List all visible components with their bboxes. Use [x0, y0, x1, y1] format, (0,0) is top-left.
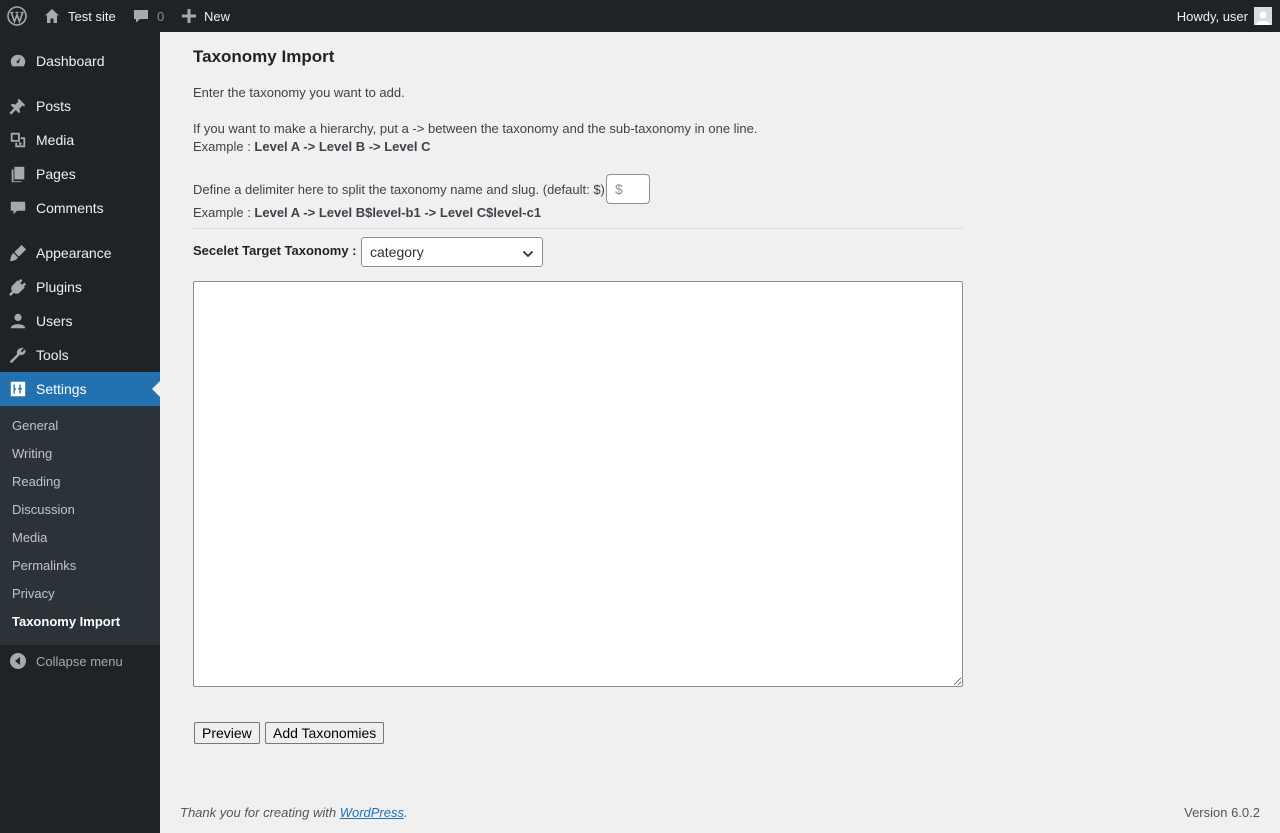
settings-icon: [0, 380, 36, 398]
greeting-text: Howdy, user: [1176, 8, 1248, 24]
comments-count: 0: [157, 8, 165, 24]
new-label: New: [204, 8, 231, 24]
my-account-link[interactable]: Howdy, user: [1177, 0, 1272, 32]
sidebar-item-label: Users: [36, 313, 73, 329]
intro-text: Enter the taxonomy you want to add.: [193, 85, 405, 100]
sidebar-item-label: Plugins: [36, 279, 82, 295]
sidebar-item-users[interactable]: Users: [0, 304, 160, 338]
preview-button[interactable]: Preview: [194, 722, 260, 744]
footer-thanks: Thank you for creating with WordPress.: [180, 805, 408, 820]
comments-icon: [0, 199, 36, 217]
wordpress-link[interactable]: WordPress: [340, 805, 404, 820]
target-taxonomy-label: Secelet Target Taxonomy :: [193, 243, 357, 258]
divider: [193, 228, 963, 229]
example-delimiter-value: Level A -> Level B$level-b1 -> Level C$l…: [254, 205, 542, 220]
footer-thanks-suffix: .: [404, 805, 408, 820]
brush-icon: [0, 244, 36, 262]
sidebar-item-media[interactable]: Media: [0, 123, 160, 157]
sidebar-item-label: Posts: [36, 98, 72, 114]
comments-link[interactable]: 0: [133, 0, 164, 32]
sidebar-item-label: Media: [36, 132, 75, 148]
collapse-menu-label: Collapse menu: [36, 653, 123, 669]
admin-bar: Test site 0 New Howdy, user: [0, 0, 1280, 32]
version-text: Version 6.0.2: [1184, 805, 1260, 820]
avatar: [1254, 7, 1272, 25]
sidebar-item-tools[interactable]: Tools: [0, 338, 160, 372]
delimiter-input[interactable]: [606, 174, 650, 204]
taxonomy-textarea[interactable]: [193, 281, 963, 687]
chevron-down-icon: [522, 247, 534, 263]
example-delimiter: Example : Level A -> Level B$level-b1 ->…: [193, 205, 541, 220]
target-taxonomy-select[interactable]: category: [361, 237, 543, 267]
settings-submenu: General Writing Reading Discussion Media…: [0, 406, 160, 645]
collapse-menu-button[interactable]: Collapse menu: [0, 650, 160, 672]
user-icon: [0, 312, 36, 330]
example-hierarchy: Example : Level A -> Level B -> Level C: [193, 139, 430, 154]
wordpress-logo-icon[interactable]: [7, 0, 27, 32]
home-icon: [44, 8, 60, 24]
hierarchy-help-text: If you want to make a hierarchy, put a -…: [193, 121, 758, 136]
site-name-label: Test site: [68, 8, 116, 24]
add-taxonomies-button[interactable]: Add Taxonomies: [265, 722, 385, 744]
current-menu-arrow: [152, 381, 160, 397]
submenu-item-writing[interactable]: Writing: [12, 444, 52, 464]
sidebar-item-posts[interactable]: Posts: [0, 89, 160, 123]
submenu-item-permalinks[interactable]: Permalinks: [12, 556, 76, 576]
admin-sidebar: Dashboard Posts Media Pages Comments App…: [0, 32, 160, 833]
sidebar-item-comments[interactable]: Comments: [0, 191, 160, 225]
example-hierarchy-value: Level A -> Level B -> Level C: [254, 139, 431, 154]
sidebar-item-label: Settings: [36, 381, 87, 397]
sidebar-item-label: Comments: [36, 200, 104, 216]
submenu-item-reading[interactable]: Reading: [12, 472, 60, 492]
media-icon: [0, 131, 36, 149]
sidebar-item-label: Dashboard: [36, 53, 105, 69]
example-prefix: Example :: [193, 205, 255, 220]
site-name-link[interactable]: Test site: [44, 0, 116, 32]
sidebar-item-label: Appearance: [36, 245, 112, 261]
example-prefix: Example :: [193, 139, 255, 154]
sidebar-item-label: Tools: [36, 347, 69, 363]
sidebar-item-dashboard[interactable]: Dashboard: [0, 44, 160, 78]
footer-thanks-prefix: Thank you for creating with: [180, 805, 340, 820]
collapse-arrow-icon: [0, 653, 36, 669]
sidebar-item-plugins[interactable]: Plugins: [0, 270, 160, 304]
target-taxonomy-value: category: [370, 244, 424, 260]
wrench-icon: [0, 346, 36, 364]
dashboard-icon: [0, 52, 36, 70]
page-title: Taxonomy Import: [193, 47, 335, 66]
sidebar-item-label: Pages: [36, 166, 76, 182]
submenu-item-taxonomy-import[interactable]: Taxonomy Import: [12, 612, 120, 632]
submenu-item-privacy[interactable]: Privacy: [12, 584, 55, 604]
submenu-item-general[interactable]: General: [12, 416, 58, 436]
delimiter-help-text: Define a delimiter here to split the tax…: [193, 182, 605, 197]
comment-bubble-icon: [133, 8, 149, 24]
sidebar-item-appearance[interactable]: Appearance: [0, 236, 160, 270]
pages-icon: [0, 165, 36, 183]
submenu-item-discussion[interactable]: Discussion: [12, 500, 75, 520]
pin-icon: [0, 97, 36, 115]
new-content-link[interactable]: New: [182, 0, 230, 32]
submenu-item-media[interactable]: Media: [12, 528, 47, 548]
sidebar-item-pages[interactable]: Pages: [0, 157, 160, 191]
sidebar-item-settings[interactable]: Settings: [0, 372, 160, 406]
plug-icon: [0, 278, 36, 296]
plus-icon: [182, 9, 196, 23]
